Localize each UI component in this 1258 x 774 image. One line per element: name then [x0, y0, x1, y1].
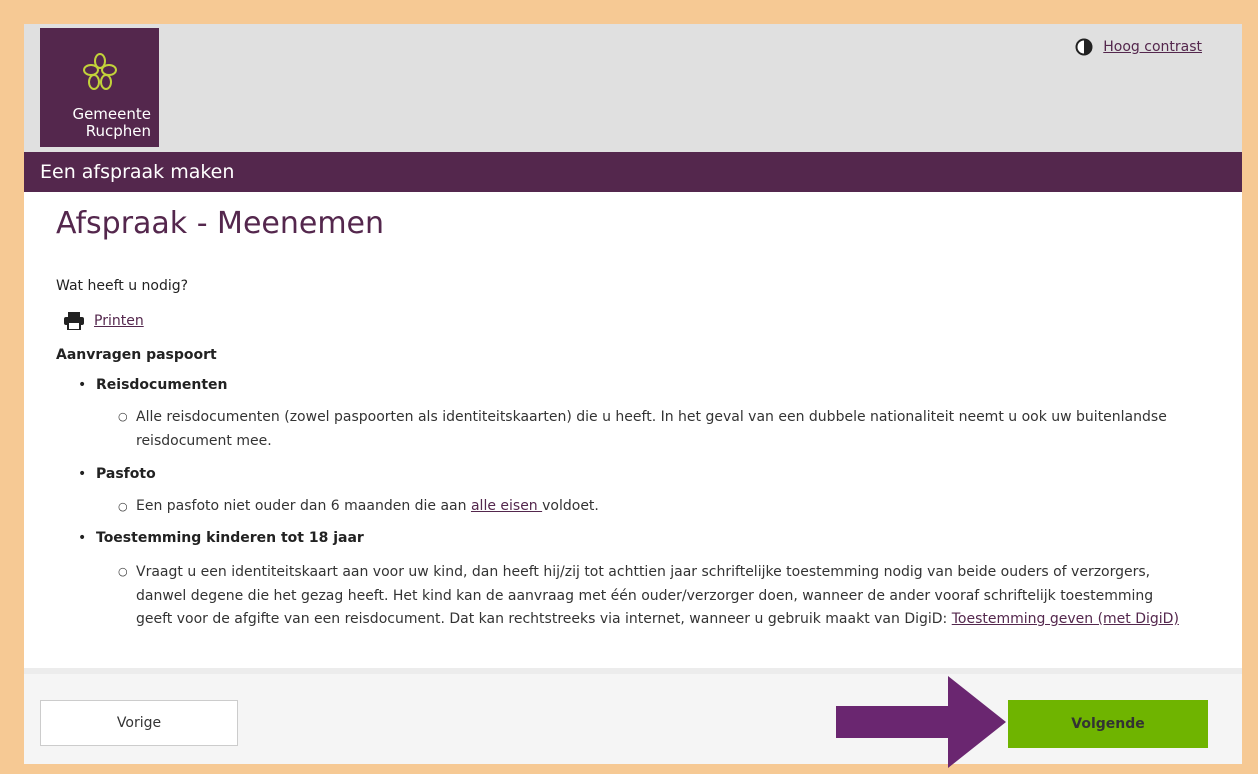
item-title-reisdocumenten: Reisdocumenten: [96, 377, 228, 393]
high-contrast-link[interactable]: Hoog contrast: [1103, 39, 1202, 55]
flower-logo-icon: [83, 53, 117, 90]
logo-text-line1: Gemeente: [72, 105, 151, 123]
navigation-footer: Vorige Volgende: [24, 668, 1242, 764]
high-contrast-toggle[interactable]: Hoog contrast: [1075, 38, 1202, 56]
requirements-title: Aanvragen paspoort: [56, 347, 217, 363]
pasfoto-text-after: voldoet.: [542, 498, 599, 514]
logo-text-line2: Rucphen: [85, 122, 151, 140]
item-title-toestemming: Toestemming kinderen tot 18 jaar: [96, 530, 364, 546]
site-header: Gemeente Rucphen Hoog contrast: [24, 24, 1242, 152]
alle-eisen-link[interactable]: alle eisen: [471, 498, 542, 514]
toestemming-digid-link[interactable]: Toestemming geven (met DigiD): [952, 611, 1179, 627]
bullet-dot: •: [78, 530, 87, 546]
toestemming-text-1: Vraagt u een identiteitskaart aan voor u…: [136, 564, 1151, 580]
sub-bullet: ○: [118, 410, 128, 423]
main-content: Afspraak - Meenemen Wat heeft u nodig? P…: [24, 192, 1242, 668]
toestemming-text-3: geeft voor de afgifte van een reisdocume…: [136, 607, 1179, 631]
toestemming-text-3-body: geeft voor de afgifte van een reisdocume…: [136, 611, 952, 627]
page-titlebar: Een afspraak maken: [24, 152, 1242, 192]
print-action[interactable]: Printen: [64, 312, 144, 330]
page-title: Afspraak - Meenemen: [56, 206, 385, 241]
pasfoto-text: Een pasfoto niet ouder dan 6 maanden die…: [136, 494, 599, 518]
toestemming-text-2: danwel degene die het gezag heeft. Het k…: [136, 588, 1154, 604]
reisdocumenten-text-2: reisdocument mee.: [136, 433, 272, 449]
reisdocumenten-text-1: Alle reisdocumenten (zowel paspoorten al…: [136, 409, 1167, 425]
intro-text: Wat heeft u nodig?: [56, 278, 189, 294]
sub-bullet: ○: [118, 565, 128, 578]
bullet-dot: •: [78, 377, 87, 393]
arrow-right-icon: [836, 676, 1006, 768]
contrast-icon: [1075, 38, 1093, 56]
printer-icon: [64, 312, 84, 330]
item-title-pasfoto: Pasfoto: [96, 466, 156, 482]
next-button[interactable]: Volgende: [1008, 700, 1208, 748]
sub-bullet: ○: [118, 500, 128, 513]
previous-button[interactable]: Vorige: [40, 700, 238, 746]
pasfoto-text-before: Een pasfoto niet ouder dan 6 maanden die…: [136, 498, 471, 514]
bullet-dot: •: [78, 466, 87, 482]
print-link[interactable]: Printen: [94, 313, 144, 329]
gemeente-logo[interactable]: Gemeente Rucphen: [40, 28, 159, 147]
